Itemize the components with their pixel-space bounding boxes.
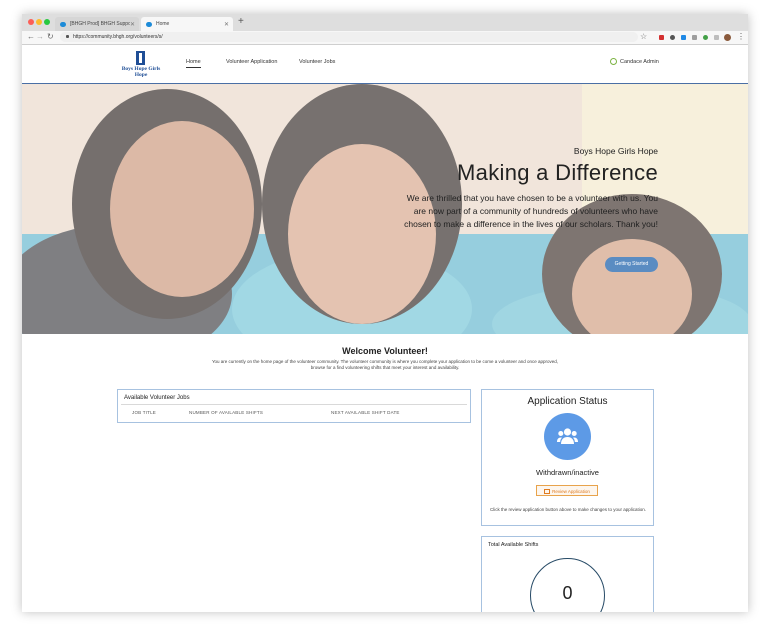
bookmark-star-icon[interactable]: ☆ — [640, 32, 647, 42]
tab-strip: [BHGH Prod] BHGH Support C ✕ Home ✕ + — [22, 14, 748, 31]
close-window-button[interactable] — [28, 19, 34, 25]
site-header: Boys Hope Girls Hope Home Volunteer Appl… — [22, 45, 748, 84]
extension-icon[interactable] — [681, 35, 686, 40]
review-application-button[interactable]: Review Application — [536, 485, 598, 496]
minimize-window-button[interactable] — [36, 19, 42, 25]
hero-banner: Boys Hope Girls Hope Making a Difference… — [22, 84, 748, 334]
group-icon — [544, 413, 591, 460]
hero-subtitle: Boys Hope Girls Hope — [573, 146, 658, 156]
total-shifts-panel: Total Available Shifts 0 — [481, 536, 654, 612]
new-tab-button[interactable]: + — [238, 16, 244, 28]
lock-icon — [66, 35, 69, 38]
hero-title: Making a Difference — [457, 160, 658, 185]
browser-window: [BHGH Prod] BHGH Support C ✕ Home ✕ + ← … — [22, 14, 748, 612]
edit-icon — [544, 489, 551, 495]
back-icon[interactable]: ← — [27, 32, 35, 42]
tab-bhgh-support[interactable]: [BHGH Prod] BHGH Support C ✕ — [55, 17, 139, 31]
user-menu[interactable]: Candace Admin — [610, 58, 659, 65]
application-status-panel: Application Status Withdrawn/inactive Re… — [481, 389, 654, 526]
total-shifts-value: 0 — [562, 583, 573, 603]
welcome-text: You are currently on the home page of th… — [211, 359, 559, 370]
close-tab-icon[interactable]: ✕ — [224, 21, 229, 28]
close-tab-icon[interactable]: ✕ — [130, 21, 135, 28]
nav-home[interactable]: Home — [186, 59, 201, 68]
nav-volunteer-application[interactable]: Volunteer Application — [226, 59, 277, 65]
browser-menu-icon[interactable]: ⋮ — [737, 32, 745, 42]
user-icon — [610, 58, 617, 65]
extension-icon[interactable] — [670, 35, 675, 40]
available-jobs-panel: Available Volunteer Jobs JOB TITLE NUMBE… — [117, 389, 471, 423]
jobs-panel-title: Available Volunteer Jobs — [124, 395, 190, 401]
salesforce-icon — [60, 21, 66, 27]
tab-home[interactable]: Home ✕ — [141, 17, 233, 31]
application-status-value: Withdrawn/inactive — [536, 468, 599, 477]
nav-volunteer-jobs[interactable]: Volunteer Jobs — [299, 59, 335, 65]
welcome-title: Welcome Volunteer! — [342, 346, 428, 356]
extension-icon[interactable] — [692, 35, 697, 40]
extension-icon[interactable] — [703, 35, 708, 40]
review-application-label: Review Application — [552, 489, 590, 494]
forward-icon[interactable]: → — [36, 32, 44, 42]
extension-icon[interactable] — [714, 35, 719, 40]
bhgh-logo[interactable]: Boys Hope Girls Hope — [117, 51, 165, 79]
divider — [121, 404, 467, 405]
application-status-note: Click the review application button abov… — [489, 507, 647, 512]
total-shifts-title: Total Available Shifts — [488, 542, 539, 548]
maximize-window-button[interactable] — [44, 19, 50, 25]
address-bar: ← → ↻ https://community.bhgh.org/volunte… — [22, 31, 748, 45]
application-status-title: Application Status — [527, 396, 608, 407]
column-header-next-shift-date[interactable]: NEXT AVAILABLE SHIFT DATE — [331, 410, 400, 415]
getting-started-button[interactable]: Getting Started — [605, 257, 658, 272]
logo-mark — [136, 51, 145, 65]
column-header-available-shifts[interactable]: NUMBER OF AVAILABLE SHIFTS — [189, 410, 263, 415]
hero-text: We are thrilled that you have chosen to … — [404, 193, 658, 229]
url-field[interactable]: https://community.bhgh.org/volunteers/s/ — [60, 32, 638, 42]
column-header-job-title[interactable]: JOB TITLE — [132, 410, 156, 415]
profile-avatar[interactable] — [724, 34, 731, 41]
reload-icon[interactable]: ↻ — [47, 32, 54, 42]
salesforce-icon — [146, 21, 152, 27]
user-name: Candace Admin — [620, 58, 659, 65]
extension-icon[interactable] — [659, 35, 664, 40]
